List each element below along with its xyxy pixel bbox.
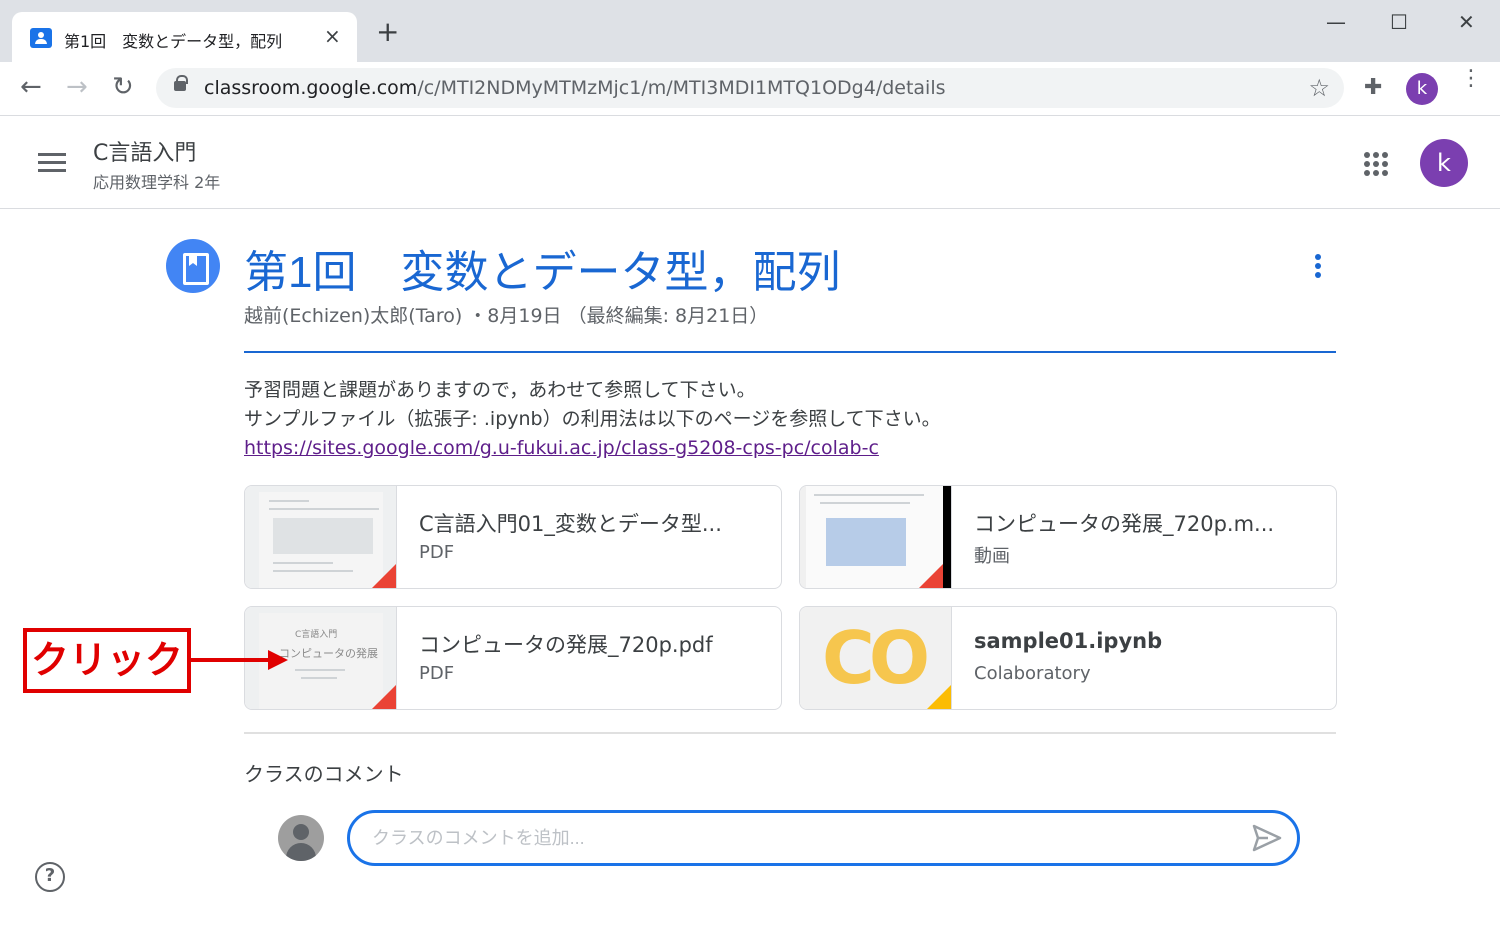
account-avatar[interactable]: k (1420, 139, 1468, 187)
post-author: 越前(Echizen)太郎(Taro) (244, 305, 463, 327)
post-more-options-icon[interactable] (1310, 254, 1326, 281)
hamburger-menu-icon[interactable] (38, 153, 66, 173)
new-tab-button[interactable]: + (376, 18, 399, 46)
forward-arrow-icon[interactable]: → (66, 74, 88, 100)
tab-close-button[interactable]: × (324, 24, 341, 48)
help-icon[interactable]: ? (35, 862, 65, 892)
annotation-arrow-icon (190, 650, 288, 670)
browser-profile-avatar[interactable]: k (1406, 73, 1438, 105)
attachment-title: sample01.ipynb (974, 629, 1163, 653)
colab-logo-icon: CO (822, 616, 930, 700)
reload-icon[interactable]: ↻ (112, 74, 134, 100)
post-link[interactable]: https://sites.google.com/g.u-fukui.ac.jp… (244, 437, 879, 459)
pdf-fold-icon (372, 564, 396, 588)
post-divider (244, 351, 1336, 353)
classroom-favicon-icon (30, 28, 52, 48)
attachment-thumbnail: CO (800, 607, 952, 709)
browser-toolbar: ← → ↻ classroom.google.com/c/MTI2NDMyMTM… (0, 62, 1500, 116)
attachment-type: PDF (419, 542, 455, 563)
post-title: 第1回 変数とデータ型，配列 (244, 248, 841, 297)
attachment-card[interactable]: CO sample01.ipynb Colaboratory (799, 606, 1337, 710)
attachment-type: 動画 (974, 546, 1010, 567)
address-bar[interactable]: classroom.google.com/c/MTI2NDMyMTMzMjc1/… (156, 68, 1344, 108)
attachment-card[interactable]: C言語入門01_変数とデータ型... PDF (244, 485, 782, 589)
attachment-type: Colaboratory (974, 663, 1091, 684)
class-section: 応用数理学科 2年 (93, 173, 221, 192)
pdf-fold-icon (372, 685, 396, 709)
attachment-title: C言語入門01_変数とデータ型... (419, 512, 722, 536)
url-host: classroom.google.com (204, 77, 418, 99)
classroom-header: C言語入門 応用数理学科 2年 k (0, 117, 1500, 209)
attachment-title: コンピュータの発展_720p.pdf (419, 633, 713, 657)
post-body: 予習問題と課題がありますので，あわせて参照して下さい。 サンプルファイル（拡張子… (244, 376, 941, 463)
attachment-type: PDF (419, 663, 455, 684)
url-path: /c/MTI2NDMyMTMzMjc1/m/MTI3MDI1MTQ1ODg4/d… (417, 77, 946, 99)
back-arrow-icon[interactable]: ← (20, 74, 42, 100)
post-body-line: 予習問題と課題がありますので，あわせて参照して下さい。 (244, 379, 756, 401)
window-maximize-button[interactable]: ☐ (1390, 10, 1408, 34)
window-minimize-button[interactable]: — (1326, 10, 1346, 34)
browser-menu-icon[interactable]: ⋮ (1460, 68, 1482, 90)
post-date: ・8月19日 （最終編集: 8月21日） (468, 305, 769, 327)
thumbnail-text: コンピュータの発展 (279, 647, 378, 660)
attachment-card[interactable]: C言語入門 コンピュータの発展 コンピュータの発展_720p.pdf PDF (244, 606, 782, 710)
extensions-puzzle-icon[interactable]: ✚ (1364, 75, 1382, 100)
post-meta: 越前(Echizen)太郎(Taro) ・8月19日 （最終編集: 8月21日） (244, 301, 768, 328)
click-annotation-callout: クリック (23, 628, 191, 693)
browser-tabstrip: 第1回 変数とデータ型，配列 × + — ☐ ✕ (0, 0, 1500, 62)
video-fold-icon (919, 564, 943, 588)
colab-fold-icon (927, 685, 951, 709)
attachment-card[interactable]: コンピュータの発展_720p.m... 動画 (799, 485, 1337, 589)
browser-tab[interactable]: 第1回 変数とデータ型，配列 × (12, 12, 357, 62)
tab-title: 第1回 変数とデータ型，配列 (64, 32, 283, 51)
thumbnail-text: C言語入門 (295, 630, 338, 640)
bookmark-star-icon[interactable]: ☆ (1308, 74, 1330, 102)
comment-divider (244, 732, 1336, 734)
class-comment-input[interactable] (347, 810, 1300, 866)
send-icon[interactable] (1252, 824, 1282, 852)
window-close-button[interactable]: ✕ (1458, 10, 1475, 34)
class-name[interactable]: C言語入門 (93, 135, 196, 167)
attachment-title: コンピュータの発展_720p.m... (974, 512, 1275, 536)
class-comments-label: クラスのコメント (244, 762, 404, 786)
lock-icon[interactable] (174, 75, 188, 91)
post-body-line: サンプルファイル（拡張子: .ipynb）の利用法は以下のページを参照して下さい… (244, 408, 941, 430)
url-text[interactable]: classroom.google.com/c/MTI2NDMyMTMzMjc1/… (204, 77, 946, 99)
user-avatar-icon (278, 815, 324, 861)
attachment-thumbnail (800, 486, 952, 588)
google-apps-icon[interactable] (1364, 152, 1388, 176)
material-bookmark-icon (166, 239, 220, 293)
attachment-thumbnail (245, 486, 397, 588)
